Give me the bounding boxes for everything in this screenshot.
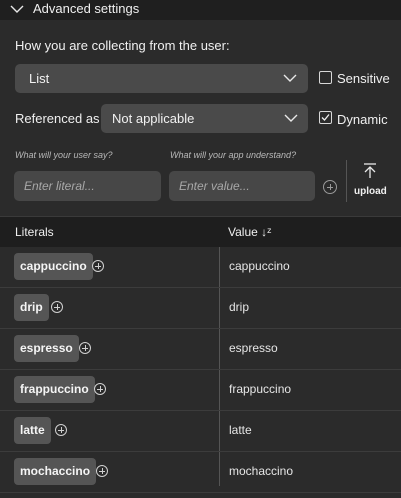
row-value: espresso [229,341,278,355]
collection-method-select[interactable]: List [15,64,308,93]
literal-chip[interactable]: frappuccino [14,376,95,403]
checkmark-icon [321,114,330,121]
value-hint: What will your app understand? [170,150,297,160]
upload-button[interactable]: upload [352,162,388,202]
sensitive-checkbox[interactable] [319,71,332,84]
add-synonym-icon[interactable] [96,465,108,477]
row-value: drip [229,300,250,314]
literals-table: Literals Value ↓ᶻ cappuccino cappuccino … [0,216,401,493]
value-input[interactable] [169,171,315,201]
literal-chip[interactable]: drip [14,294,49,321]
row-value: mochaccino [229,464,294,478]
row-value: latte [229,423,252,437]
literal-input[interactable] [14,171,161,201]
table-row: frappuccino frappuccino [0,370,401,411]
divider [346,160,347,202]
advanced-settings-header[interactable]: Advanced settings [0,0,401,20]
value-column-header[interactable]: Value ↓ᶻ [228,225,271,239]
chevron-down-icon [284,114,298,122]
sensitive-label: Sensitive [337,71,390,86]
chevron-down-icon [283,74,297,82]
add-synonym-icon[interactable] [92,260,104,272]
dynamic-label: Dynamic [337,112,388,127]
add-synonym-icon[interactable] [51,301,63,313]
literal-chip[interactable]: mochaccino [14,458,97,485]
dynamic-checkbox[interactable] [319,111,332,124]
add-synonym-icon[interactable] [55,424,67,436]
add-synonym-icon[interactable] [94,383,106,395]
upload-label: upload [354,186,387,197]
literal-chip[interactable]: espresso [14,335,79,362]
add-synonym-icon[interactable] [79,342,91,354]
row-value: cappuccino [229,259,290,273]
table-header: Literals Value ↓ᶻ [0,216,401,247]
upload-icon [364,163,376,178]
literal-hint: What will your user say? [15,150,113,160]
row-value: frappuccino [229,382,292,396]
referenced-as-select[interactable]: Not applicable [101,104,308,133]
referenced-as-label: Referenced as [15,111,100,126]
add-literal-icon[interactable] [323,180,337,194]
literal-chip[interactable]: latte [14,417,51,444]
collection-method-value: List [29,71,50,86]
chevron-down-icon [10,5,24,13]
section-title: Advanced settings [33,1,140,16]
referenced-as-value: Not applicable [112,111,195,126]
table-row: drip drip [0,288,401,329]
table-row: mochaccino mochaccino [0,452,401,493]
collection-method-label: How you are collecting from the user: [15,38,230,53]
literals-column-header: Literals [15,225,54,239]
table-row: cappuccino cappuccino [0,247,401,288]
literal-chip[interactable]: cappuccino [14,253,93,280]
table-row: latte latte [0,411,401,452]
table-row: espresso espresso [0,329,401,370]
